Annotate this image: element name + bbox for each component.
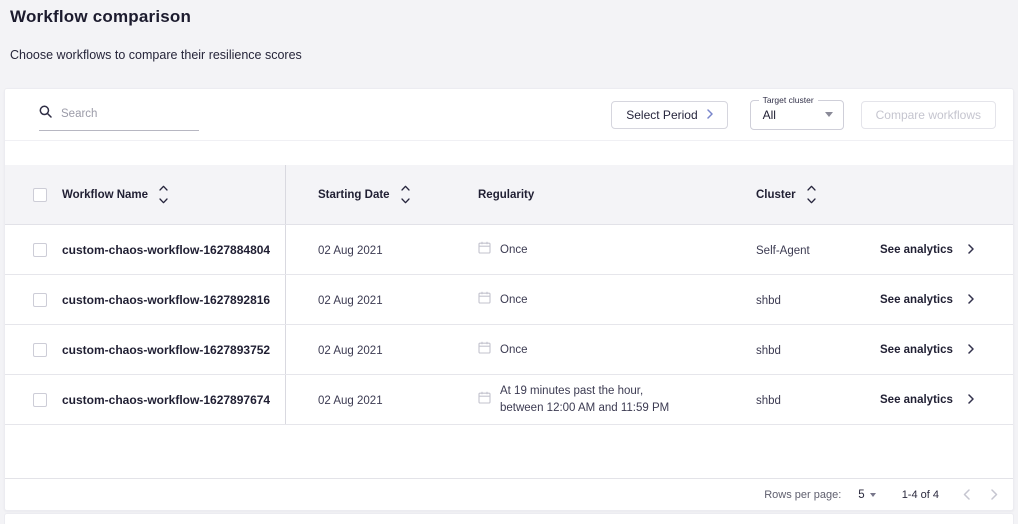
pagination-nav <box>963 489 998 500</box>
calendar-icon <box>478 341 491 359</box>
starting-date: 02 Aug 2021 <box>318 345 383 357</box>
search-input[interactable] <box>61 108 181 120</box>
header-checkbox-cell <box>5 165 62 224</box>
toolbar: Select Period Target cluster All Compare… <box>5 89 1013 141</box>
select-period-label: Select Period <box>626 108 697 122</box>
header-workflow-name-cell: Workflow Name <box>62 165 286 224</box>
regularity-line: between 12:00 AM and 11:59 PM <box>500 401 669 415</box>
toolbar-actions: Select Period Target cluster All Compare… <box>611 100 996 130</box>
row-checkbox[interactable] <box>33 243 47 257</box>
sort-cluster[interactable] <box>807 185 816 204</box>
column-regularity: Regularity <box>478 189 534 201</box>
page-subtitle: Choose workflows to compare their resili… <box>10 48 1008 62</box>
compare-workflows-button[interactable]: Compare workflows <box>861 101 996 129</box>
next-section-card <box>4 513 1014 524</box>
starting-date: 02 Aug 2021 <box>318 245 383 257</box>
see-analytics-link[interactable]: See analytics <box>880 344 953 356</box>
regularity: Once <box>500 294 528 306</box>
workflow-name: custom-chaos-workflow-1627884804 <box>62 243 270 257</box>
row-checkbox[interactable] <box>33 393 47 407</box>
page-header: Workflow comparison Choose workflows to … <box>0 0 1018 88</box>
sort-starting-date[interactable] <box>401 185 410 204</box>
chevron-up-icon <box>159 185 168 191</box>
column-workflow-name: Workflow Name <box>62 189 148 201</box>
chevron-right-icon[interactable] <box>968 391 974 409</box>
select-all-checkbox[interactable] <box>33 188 47 202</box>
chevron-right-icon <box>707 108 713 122</box>
header-cluster-cell: Cluster <box>708 185 858 204</box>
chevron-right-icon[interactable] <box>968 241 974 259</box>
starting-date: 02 Aug 2021 <box>318 395 383 407</box>
regularity: Once <box>500 244 528 256</box>
regularity: Once <box>500 344 528 356</box>
see-analytics-link[interactable]: See analytics <box>880 244 953 256</box>
page-title: Workflow comparison <box>10 7 1008 27</box>
starting-date: 02 Aug 2021 <box>318 295 383 307</box>
row-checkbox[interactable] <box>33 343 47 357</box>
chevron-right-icon[interactable] <box>968 341 974 359</box>
select-period-button[interactable]: Select Period <box>611 101 727 129</box>
cluster: Self-Agent <box>756 245 810 257</box>
compare-workflows-label: Compare workflows <box>876 108 981 122</box>
calendar-icon <box>478 241 491 259</box>
workflow-name: custom-chaos-workflow-1627893752 <box>62 343 270 357</box>
chevron-up-icon <box>401 185 410 191</box>
target-cluster-select[interactable]: Target cluster All <box>750 100 844 130</box>
pagination-range: 1-4 of 4 <box>902 489 939 501</box>
pagination-bar: Rows per page: 5 1-4 of 4 <box>5 478 1013 510</box>
chevron-down-icon <box>401 198 410 204</box>
caret-down-icon <box>825 112 833 117</box>
toolbar-table-gap <box>5 141 1013 165</box>
header-starting-date-cell: Starting Date <box>286 185 478 204</box>
rows-per-page-label: Rows per page: <box>764 489 841 501</box>
search-icon <box>39 105 52 123</box>
table-row: custom-chaos-workflow-1627884804 02 Aug … <box>5 225 1013 275</box>
column-cluster: Cluster <box>756 189 796 201</box>
column-starting-date: Starting Date <box>318 189 390 201</box>
chevron-down-icon <box>159 198 168 204</box>
cluster: shbd <box>756 295 781 307</box>
see-analytics-link[interactable]: See analytics <box>880 294 953 306</box>
calendar-icon <box>478 391 491 409</box>
table-header-row: Workflow Name Starting Date Regularity C <box>5 165 1013 225</box>
rows-per-page-select[interactable]: 5 <box>858 489 875 501</box>
sort-workflow-name[interactable] <box>159 185 168 204</box>
cluster: shbd <box>756 395 781 407</box>
chevron-down-icon <box>807 198 816 204</box>
chevron-right-icon[interactable] <box>991 489 998 500</box>
rows-per-page-value: 5 <box>858 489 864 501</box>
workflow-name: custom-chaos-workflow-1627897674 <box>62 393 270 407</box>
caret-down-icon <box>870 493 876 497</box>
regularity-line: At 19 minutes past the hour, <box>500 384 669 398</box>
table-row: custom-chaos-workflow-1627892816 02 Aug … <box>5 275 1013 325</box>
workflow-comparison-card: Select Period Target cluster All Compare… <box>4 88 1014 511</box>
search-box[interactable] <box>39 105 199 131</box>
table-row: custom-chaos-workflow-1627893752 02 Aug … <box>5 325 1013 375</box>
chevron-right-icon[interactable] <box>968 291 974 309</box>
row-checkbox[interactable] <box>33 293 47 307</box>
header-regularity-cell: Regularity <box>478 189 708 201</box>
chevron-up-icon <box>807 185 816 191</box>
see-analytics-link[interactable]: See analytics <box>880 394 953 406</box>
calendar-icon <box>478 291 491 309</box>
table-empty-space <box>5 425 1013 478</box>
target-cluster-value: All <box>763 108 825 122</box>
cluster: shbd <box>756 345 781 357</box>
workflow-name: custom-chaos-workflow-1627892816 <box>62 293 270 307</box>
target-cluster-label: Target cluster <box>759 95 818 105</box>
chevron-left-icon[interactable] <box>963 489 970 500</box>
table-row: custom-chaos-workflow-1627897674 02 Aug … <box>5 375 1013 425</box>
